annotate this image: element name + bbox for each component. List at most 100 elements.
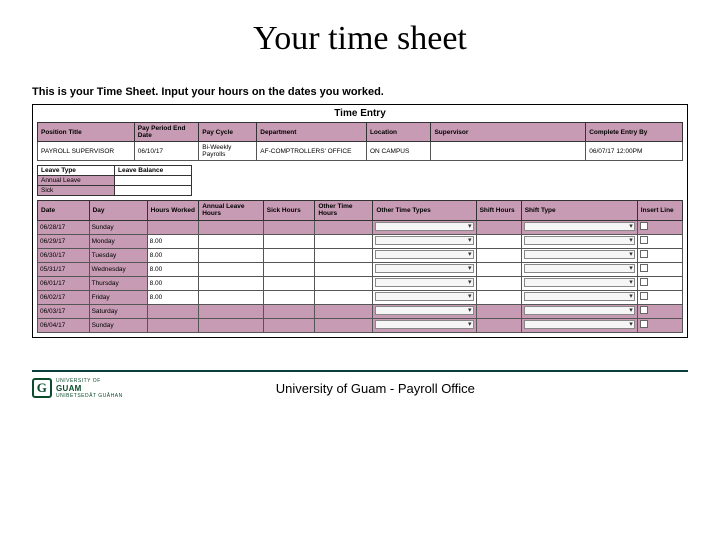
other-time-type-select[interactable] <box>373 276 476 290</box>
leave-balance-table: Leave TypeLeave Balance Annual LeaveSick <box>37 165 192 196</box>
shift-hours-input[interactable] <box>476 290 521 304</box>
dropdown-icon[interactable] <box>524 320 635 329</box>
dropdown-icon[interactable] <box>375 320 473 329</box>
dropdown-icon[interactable] <box>524 250 635 259</box>
shift-type-select[interactable] <box>521 234 637 248</box>
other-time-type-select[interactable] <box>373 220 476 234</box>
shift-hours-input[interactable] <box>476 304 521 318</box>
other-time-input[interactable] <box>315 276 373 290</box>
sick-hours-input[interactable] <box>263 248 315 262</box>
shift-type-select[interactable] <box>521 248 637 262</box>
shift-type-select[interactable] <box>521 276 637 290</box>
sick-hours-input[interactable] <box>263 234 315 248</box>
day-cell: Saturday <box>89 304 147 318</box>
dropdown-icon[interactable] <box>375 306 473 315</box>
other-time-input[interactable] <box>315 234 373 248</box>
dropdown-icon[interactable] <box>375 222 473 231</box>
checkbox-icon[interactable] <box>640 306 648 314</box>
shift-type-select[interactable] <box>521 290 637 304</box>
leave-balance <box>115 176 192 186</box>
hours-worked-input[interactable]: 8.00 <box>147 234 199 248</box>
annual-leave-input[interactable] <box>199 304 264 318</box>
annual-leave-input[interactable] <box>199 276 264 290</box>
dropdown-icon[interactable] <box>375 250 473 259</box>
sick-hours-input[interactable] <box>263 220 315 234</box>
other-time-input[interactable] <box>315 262 373 276</box>
dropdown-icon[interactable] <box>524 222 635 231</box>
other-time-input[interactable] <box>315 220 373 234</box>
hours-worked-input[interactable] <box>147 220 199 234</box>
footer: G UNIVERSITY OF GUAM UNIBETSEDÅT GUÅHAN … <box>0 372 720 399</box>
hours-worked-input[interactable]: 8.00 <box>147 248 199 262</box>
other-time-type-select[interactable] <box>373 262 476 276</box>
dropdown-icon[interactable] <box>524 306 635 315</box>
grid-header: Sick Hours <box>263 201 315 220</box>
annual-leave-input[interactable] <box>199 318 264 332</box>
grid-header: Day <box>89 201 147 220</box>
insert-line-checkbox[interactable] <box>637 304 682 318</box>
checkbox-icon[interactable] <box>640 236 648 244</box>
other-time-type-select[interactable] <box>373 318 476 332</box>
checkbox-icon[interactable] <box>640 222 648 230</box>
dropdown-icon[interactable] <box>524 264 635 273</box>
other-time-type-select[interactable] <box>373 248 476 262</box>
sick-hours-input[interactable] <box>263 304 315 318</box>
shift-hours-input[interactable] <box>476 248 521 262</box>
shift-hours-input[interactable] <box>476 262 521 276</box>
annual-leave-input[interactable] <box>199 290 264 304</box>
dropdown-icon[interactable] <box>524 292 635 301</box>
shift-type-select[interactable] <box>521 304 637 318</box>
annual-leave-input[interactable] <box>199 262 264 276</box>
hours-worked-input[interactable] <box>147 304 199 318</box>
info-header: Position Title <box>38 123 135 142</box>
shift-hours-input[interactable] <box>476 220 521 234</box>
dropdown-icon[interactable] <box>524 278 635 287</box>
checkbox-icon[interactable] <box>640 292 648 300</box>
timesheet-screenshot: Time Entry Position TitlePay Period End … <box>32 104 688 338</box>
other-time-type-select[interactable] <box>373 290 476 304</box>
annual-leave-input[interactable] <box>199 234 264 248</box>
other-time-input[interactable] <box>315 248 373 262</box>
hours-worked-input[interactable]: 8.00 <box>147 276 199 290</box>
dropdown-icon[interactable] <box>375 278 473 287</box>
other-time-input[interactable] <box>315 318 373 332</box>
insert-line-checkbox[interactable] <box>637 220 682 234</box>
sick-hours-input[interactable] <box>263 290 315 304</box>
footer-text: University of Guam - Payroll Office <box>123 381 688 396</box>
shift-hours-input[interactable] <box>476 276 521 290</box>
other-time-input[interactable] <box>315 290 373 304</box>
insert-line-checkbox[interactable] <box>637 234 682 248</box>
table-row: 06/04/17Sunday <box>38 318 683 332</box>
hours-worked-input[interactable]: 8.00 <box>147 262 199 276</box>
sick-hours-input[interactable] <box>263 262 315 276</box>
hours-worked-input[interactable]: 8.00 <box>147 290 199 304</box>
checkbox-icon[interactable] <box>640 250 648 258</box>
shift-type-select[interactable] <box>521 220 637 234</box>
insert-line-checkbox[interactable] <box>637 262 682 276</box>
insert-line-checkbox[interactable] <box>637 290 682 304</box>
shift-hours-input[interactable] <box>476 234 521 248</box>
insert-line-checkbox[interactable] <box>637 248 682 262</box>
sick-hours-input[interactable] <box>263 318 315 332</box>
shift-hours-input[interactable] <box>476 318 521 332</box>
checkbox-icon[interactable] <box>640 264 648 272</box>
dropdown-icon[interactable] <box>375 264 473 273</box>
insert-line-checkbox[interactable] <box>637 276 682 290</box>
dropdown-icon[interactable] <box>375 292 473 301</box>
hours-worked-input[interactable] <box>147 318 199 332</box>
other-time-type-select[interactable] <box>373 304 476 318</box>
other-time-input[interactable] <box>315 304 373 318</box>
sick-hours-input[interactable] <box>263 276 315 290</box>
shift-type-select[interactable] <box>521 262 637 276</box>
dropdown-icon[interactable] <box>524 236 635 245</box>
day-cell: Sunday <box>89 220 147 234</box>
other-time-type-select[interactable] <box>373 234 476 248</box>
dropdown-icon[interactable] <box>375 236 473 245</box>
annual-leave-input[interactable] <box>199 248 264 262</box>
shift-type-select[interactable] <box>521 318 637 332</box>
insert-line-checkbox[interactable] <box>637 318 682 332</box>
table-row: 06/30/17Tuesday8.00 <box>38 248 683 262</box>
checkbox-icon[interactable] <box>640 278 648 286</box>
annual-leave-input[interactable] <box>199 220 264 234</box>
checkbox-icon[interactable] <box>640 320 648 328</box>
